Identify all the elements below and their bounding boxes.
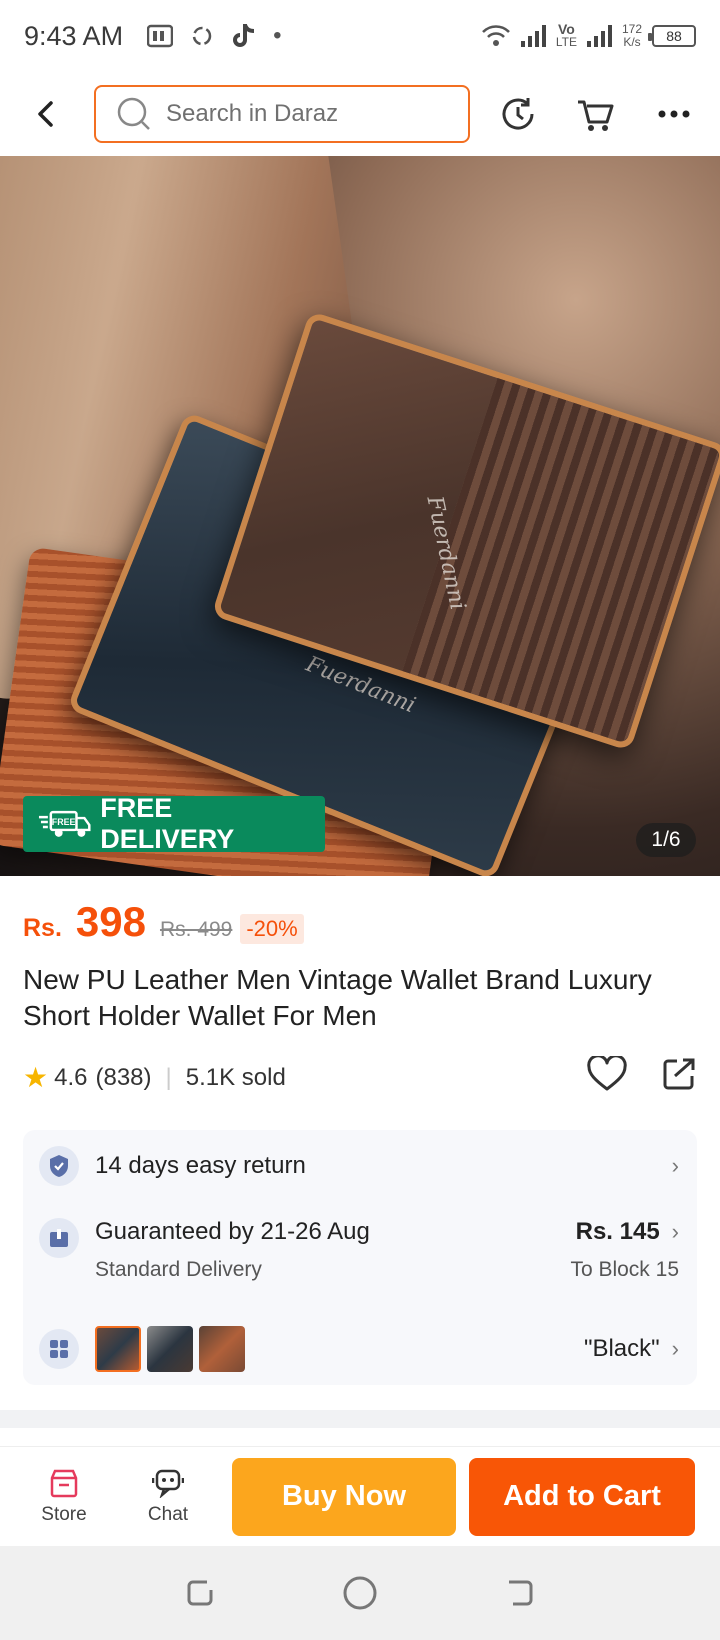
grid-icon [39,1329,79,1369]
network-type: Vo LTE [555,21,577,49]
signal-icon [520,25,546,47]
chat-label: Chat [147,1503,189,1525]
header: Search in Daraz [0,72,720,156]
back-button[interactable] [24,92,68,136]
sync-icon [192,26,212,46]
star-icon: ★ [23,1062,49,1093]
search-icon [117,97,150,130]
dot-icon: • [273,22,282,49]
section-divider [0,1410,720,1428]
info-card: 14 days easy return › Guaranteed by 21-2… [23,1130,697,1385]
variant-thumb-2[interactable] [147,1326,193,1372]
chevron-right-icon: › [671,1153,679,1178]
store-label: Store [41,1503,87,1525]
search-input[interactable]: Search in Daraz [94,85,470,143]
history-button[interactable] [496,92,540,136]
battery-icon: 88 [648,25,696,47]
product-title: New PU Leather Men Vintage Wallet Brand … [23,964,652,1031]
free-delivery-label: FREE DELIVERY [100,793,235,854]
buy-now-button[interactable]: Buy Now [232,1457,456,1536]
bottom-action-bar: Store Chat Buy Now Add to Cart [0,1446,720,1546]
more-icon [658,110,690,118]
variant-thumb-3[interactable] [199,1326,245,1372]
share-button[interactable] [661,1056,697,1099]
back-nav-icon[interactable] [503,1576,537,1610]
signal-icon-2 [586,25,612,47]
chevron-right-icon: › [671,1336,679,1361]
price-row: Rs. 398 Rs. 499 -20% [23,898,304,946]
price: 398 [75,898,146,945]
discount-badge: -20% [240,914,304,944]
status-time: 9:43 AM [24,20,124,51]
home-icon[interactable] [342,1575,378,1611]
chevron-right-icon: › [671,1219,679,1244]
store-button[interactable]: Store [12,1468,116,1526]
product-image[interactable]: Fuerdanni Fuerdanni Fuerdanni [0,156,720,876]
package-icon [39,1218,79,1258]
variant-row[interactable]: "Black" › [39,1326,679,1372]
more-button[interactable] [652,92,696,136]
divider: | [165,1063,172,1091]
sold-count: 5.1K sold [185,1063,286,1091]
tiktok-icon [233,24,255,47]
delivery-type: Standard Delivery [95,1258,262,1281]
free-delivery-badge: FREE FREE DELIVERY [23,793,325,854]
chat-button[interactable]: Chat [116,1468,220,1526]
search-placeholder: Search in Daraz [166,100,339,127]
delivery-guarantee: Guaranteed by 21-26 Aug [95,1218,370,1245]
chat-icon [152,1469,184,1498]
delivery-location: To Block 15 [570,1258,679,1281]
wifi-icon [481,25,510,46]
add-to-cart-button[interactable]: Add to Cart [469,1457,695,1536]
original-price: Rs. 499 [159,918,233,941]
return-policy-row[interactable]: 14 days easy return › [39,1146,679,1186]
return-policy-text: 14 days easy return [95,1152,306,1179]
rating-count[interactable]: (838) [95,1064,151,1092]
delivery-fee: Rs. 145 [575,1218,660,1245]
wishlist-button[interactable] [587,1054,627,1099]
battery-level: 88 [666,28,682,44]
variant-thumb-1[interactable] [95,1326,141,1372]
shield-icon [39,1146,79,1186]
system-nav-bar [0,1546,720,1640]
share-icon [663,1058,695,1090]
cart-icon [578,100,614,131]
heart-icon [587,1054,627,1091]
chevron-left-icon [38,101,53,127]
cart-button[interactable] [574,92,618,136]
delivery-truck-icon: FREE [38,810,91,837]
notification-app-icon [147,24,174,48]
rating-value[interactable]: 4.6 [54,1064,87,1092]
delivery-row[interactable]: Guaranteed by 21-26 Aug Standard Deliver… [39,1218,679,1282]
free-tag: FREE [52,817,76,827]
recent-apps-icon[interactable] [183,1576,217,1610]
variant-selected: "Black" [583,1335,660,1362]
status-bar: 9:43 AM • Vo LTE 172 K/s 88 [0,0,720,72]
image-counter: 1/6 [636,823,696,857]
rating-row: ★ 4.6 (838) | 5.1K sold [23,1054,697,1099]
history-icon [502,98,534,130]
currency: Rs. [23,914,62,942]
network-speed: 172 K/s [621,22,642,49]
store-icon [50,1469,78,1497]
